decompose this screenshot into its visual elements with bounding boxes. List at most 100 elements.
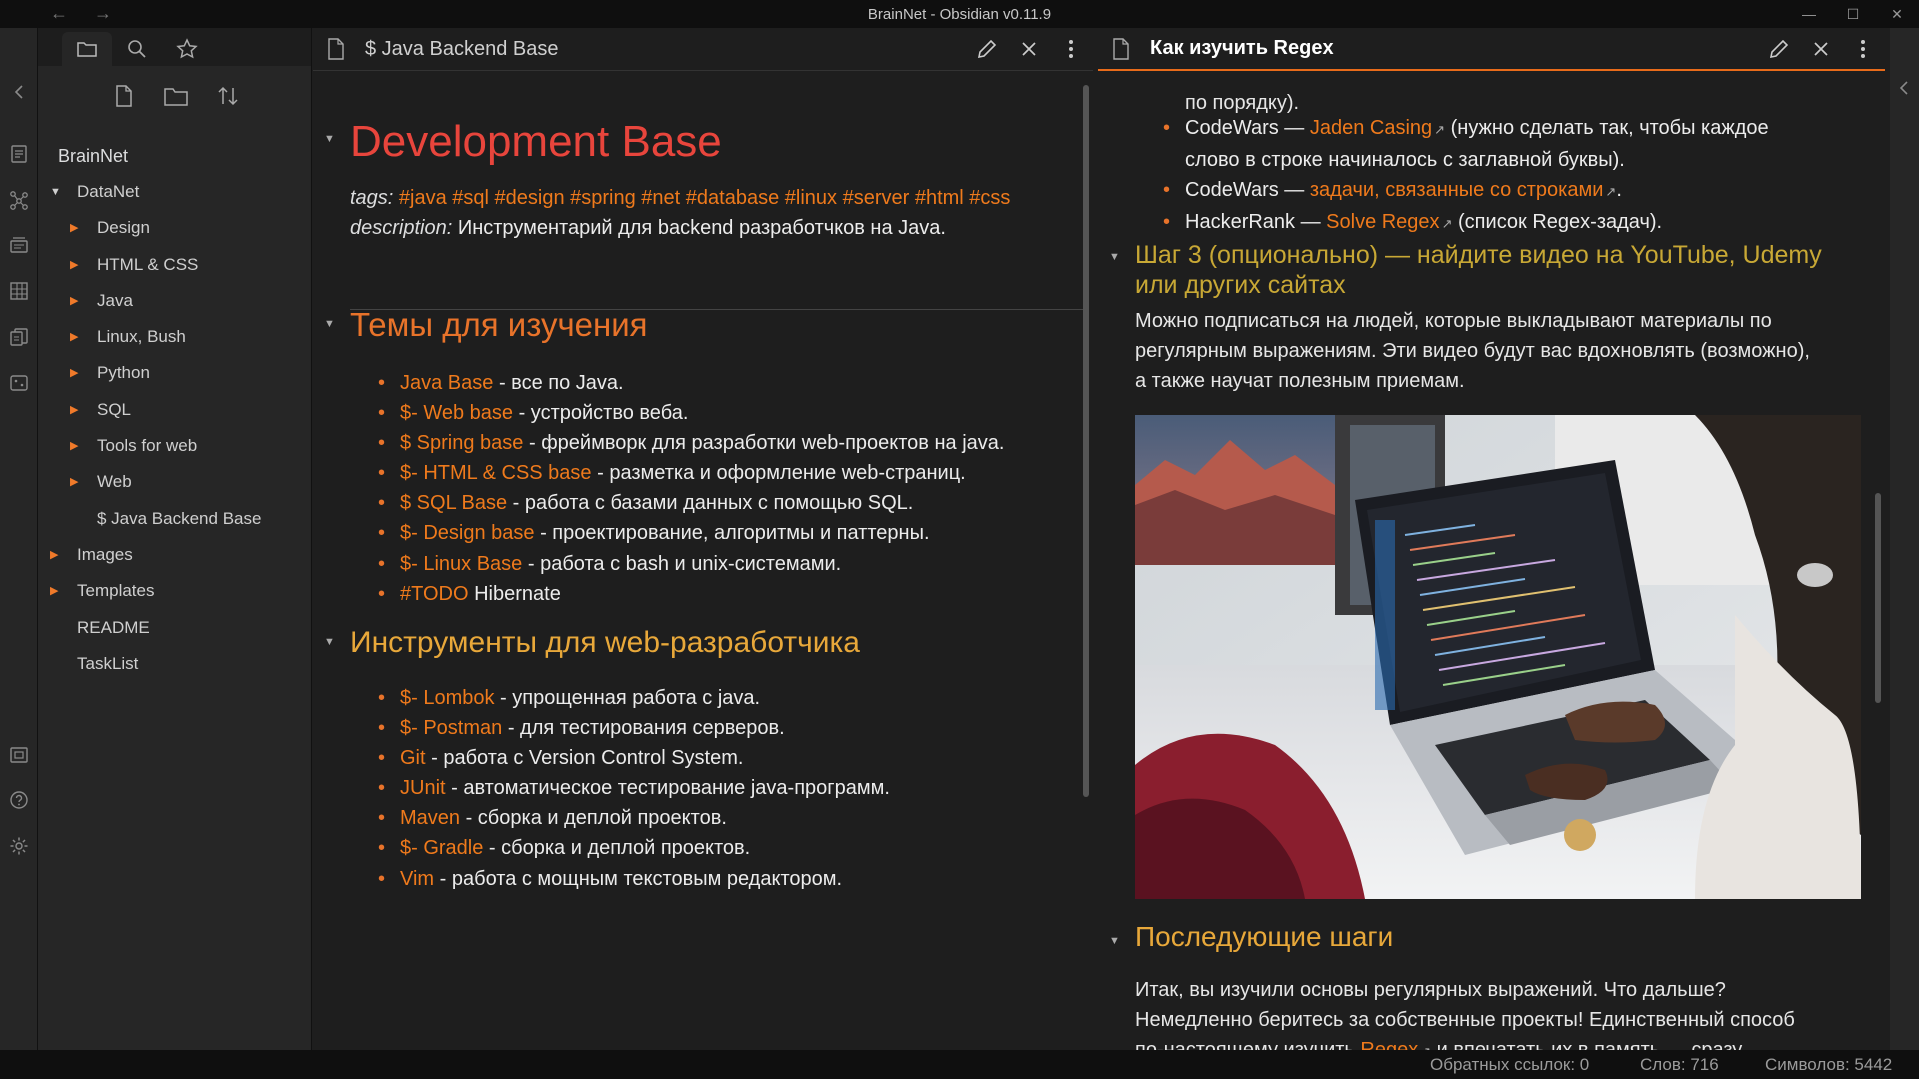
help-icon[interactable] [7,788,31,812]
new-folder-button[interactable] [160,80,192,112]
collapsed-caret-icon[interactable]: ▶ [70,210,78,246]
external-link[interactable]: Regex [1360,1039,1418,1050]
left-pane-actions [975,36,1083,62]
fold-triangle-icon[interactable]: ▼ [324,636,335,648]
close-pane-icon[interactable] [1809,36,1833,62]
list-item: CodeWars — Jaden Casing↗ (нужно сделать … [1163,113,1769,145]
tree-folder[interactable]: ▶ SQL [38,392,311,428]
file-tree: ▼ DataNet ▶ Design ▶ HTML & CSS ▶ Java ▶ Linux, B… [38,174,311,682]
list-item-text: - фреймворк для разработки web-проектов … [523,432,1005,455]
tree-file[interactable]: README [38,610,311,646]
cards-icon[interactable] [7,233,31,257]
forward-arrow-icon[interactable]: → [94,3,112,24]
list-item-text: - работа с базами данных с помощью SQL. [507,492,914,515]
collapsed-caret-icon[interactable]: ▶ [70,428,78,464]
internal-link[interactable]: Git [400,747,426,769]
tree-folder[interactable]: ▼ DataNet [38,174,311,210]
fold-triangle-icon[interactable]: ▼ [324,133,335,145]
paragraph-line: по-настоящему изучить Regex↗ и впечатать… [1135,1035,1795,1050]
tree-folder[interactable]: ▶ Java [38,283,311,319]
internal-link[interactable]: #TODO [400,583,469,605]
internal-link[interactable]: $- Design base [400,522,535,544]
collapsed-caret-icon[interactable]: ▶ [70,319,78,355]
vault-switcher-icon[interactable] [7,743,31,767]
collapsed-caret-icon[interactable]: ▶ [50,537,58,573]
tree-folder[interactable]: ▶ Images [38,537,311,573]
collapsed-caret-icon[interactable]: ▶ [70,283,78,319]
scrollbar[interactable] [1083,85,1089,797]
collapsed-caret-icon[interactable]: ▶ [70,355,78,391]
internal-link[interactable]: Vim [400,868,434,890]
tab-starred[interactable] [162,32,212,66]
paragraph-text: по-настоящему изучить [1135,1039,1361,1050]
copy-notes-icon[interactable] [7,325,31,349]
external-link[interactable]: Jaden Casing [1310,117,1432,139]
new-note-button[interactable] [108,80,140,112]
internal-link[interactable]: $ Spring base [400,432,523,454]
tree-folder[interactable]: ▶ Python [38,355,311,391]
close-window-button[interactable]: ✕ [1875,0,1919,28]
internal-link[interactable]: $- Lombok [400,687,495,709]
star-icon [176,38,198,59]
collapsed-caret-icon[interactable]: ▶ [70,392,78,428]
tab-search[interactable] [112,32,162,66]
calendar-grid-icon[interactable] [7,279,31,303]
window-controls: — ☐ ✕ [1787,0,1919,28]
list-item-text: слово в строке начиналось с заглавной бу… [1185,149,1625,172]
internal-link[interactable]: Maven [400,807,460,829]
more-options-icon[interactable] [1851,36,1875,62]
back-arrow-icon[interactable]: ← [50,3,68,24]
tree-folder[interactable]: ▶ Tools for web [38,428,311,464]
tree-folder[interactable]: ▶ HTML & CSS [38,247,311,283]
external-link[interactable]: Solve Regex [1326,211,1439,233]
internal-link[interactable]: $- Postman [400,717,502,739]
tree-file[interactable]: $ Java Backend Base [38,501,311,537]
graph-view-icon[interactable] [7,188,31,212]
random-note-icon[interactable] [7,371,31,395]
internal-link[interactable]: $- Gradle [400,837,483,859]
internal-link[interactable]: $ SQL Base [400,492,507,514]
external-link[interactable]: задачи, связанные со строками [1310,179,1604,201]
list-item-text: - упрощенная работа с java. [494,687,761,709]
collapse-sidebar-icon[interactable] [7,80,31,104]
internal-link[interactable]: $- HTML & CSS base [400,462,592,484]
minimize-button[interactable]: — [1787,0,1831,28]
tree-folder[interactable]: ▶ Linux, Bush [38,319,311,355]
tree-file[interactable]: TaskList [38,646,311,682]
scrollbar[interactable] [1875,493,1881,703]
tab-file-explorer[interactable] [62,32,112,66]
expand-right-sidebar-icon[interactable] [1898,80,1910,101]
tree-folder[interactable]: ▶ Design [38,210,311,246]
internal-link[interactable]: JUnit [400,777,446,799]
sort-button[interactable] [212,80,244,112]
internal-link[interactable]: $- Web base [400,402,513,424]
paragraph-line: а также научат полезным приемам. [1135,370,1465,392]
internal-link[interactable]: Java Base [400,372,493,394]
collapsed-caret-icon[interactable]: ▶ [70,247,78,283]
new-folder-icon [164,88,188,106]
document-icon [1112,37,1134,60]
more-options-icon[interactable] [1059,36,1083,62]
close-pane-icon[interactable] [1017,36,1041,62]
list-item-text: HackerRank — [1185,211,1327,234]
tree-item-label: Java [97,290,133,310]
settings-gear-icon[interactable] [7,834,31,858]
maximize-button[interactable]: ☐ [1831,0,1875,28]
fold-triangle-icon[interactable]: ▼ [1109,935,1120,947]
fold-triangle-icon[interactable]: ▼ [1109,251,1120,263]
tree-folder[interactable]: ▶ Web [38,464,311,500]
list-item-text: (список Regex-задач). [1452,211,1663,234]
tree-folder[interactable]: ▶ Templates [38,573,311,609]
open-quick-switcher-icon[interactable] [7,142,31,166]
collapsed-caret-icon[interactable]: ▶ [70,464,78,500]
tags-value[interactable]: #java #sql #design #spring #net #databas… [399,187,1010,209]
edit-pencil-icon[interactable] [1767,36,1791,62]
internal-link[interactable]: $- Linux Base [400,553,522,575]
expanded-caret-icon[interactable]: ▼ [50,174,61,210]
edit-pencil-icon[interactable] [975,36,999,62]
search-icon [128,40,146,58]
fold-triangle-icon[interactable]: ▼ [324,318,335,330]
collapsed-caret-icon[interactable]: ▶ [50,573,58,609]
backlinks-count[interactable]: Обратных ссылок: 0 [1430,1055,1589,1075]
tree-item-label: Linux, Bush [97,327,186,347]
